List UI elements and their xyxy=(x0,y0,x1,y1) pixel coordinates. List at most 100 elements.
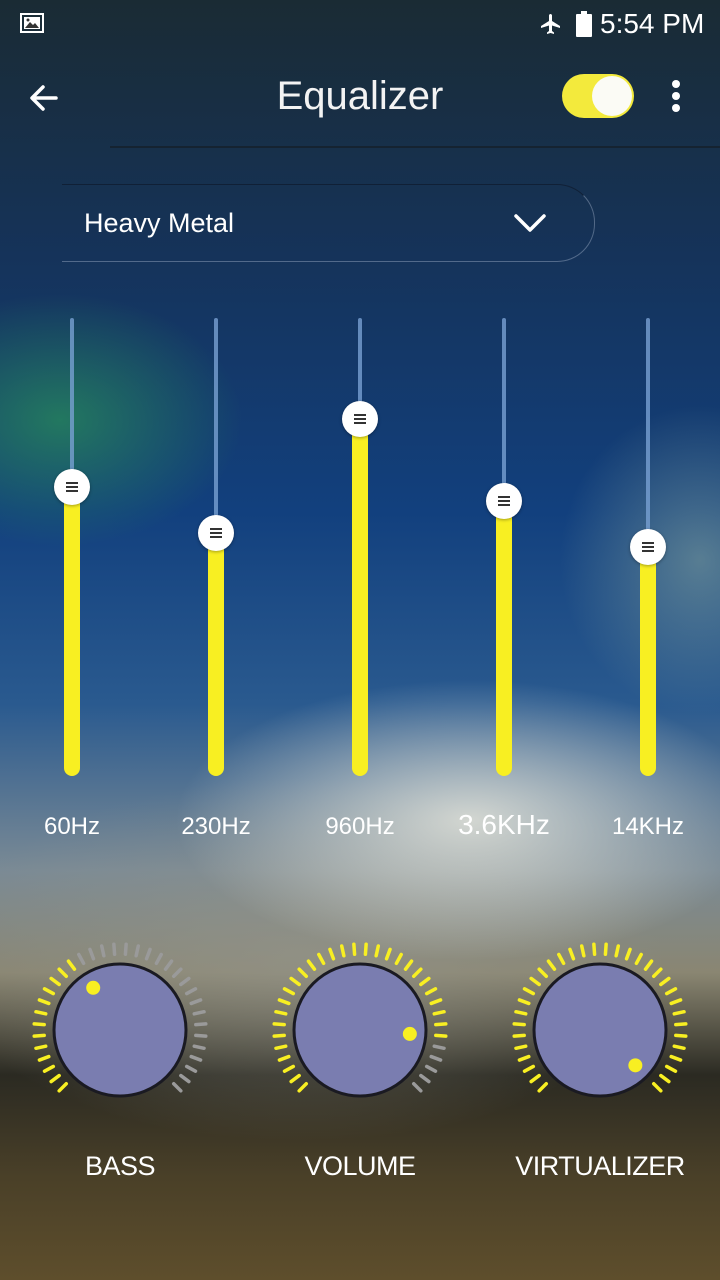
knob-tick xyxy=(529,976,541,987)
slider-fill xyxy=(64,487,80,776)
knob-tick xyxy=(184,1064,198,1073)
knob-tick xyxy=(154,952,163,966)
volume-knob[interactable] xyxy=(270,940,450,1120)
band-label: 14KHz xyxy=(611,813,685,840)
knob-tick xyxy=(32,1022,46,1027)
knob-tick xyxy=(614,944,621,958)
knob-tick xyxy=(34,1009,48,1016)
more-vertical-icon[interactable] xyxy=(664,76,688,116)
knob-tick xyxy=(171,1081,183,1093)
bass-knob-group: BASS xyxy=(30,940,210,1190)
knob-tick xyxy=(403,959,414,971)
volume-knob-group: VOLUME xyxy=(270,940,450,1190)
knob-tick xyxy=(634,952,643,966)
knob-tick xyxy=(424,987,438,996)
knob-tick xyxy=(643,959,654,971)
knob-tick xyxy=(289,1073,301,1084)
knob-indicator-dot xyxy=(86,980,101,995)
knob-tick xyxy=(49,976,61,987)
slider-fill xyxy=(640,547,656,776)
effect-knobs: BASS VOLUME VIRTUALIZER xyxy=(0,940,720,1200)
knob-tick xyxy=(432,1044,446,1051)
slider-thumb[interactable] xyxy=(342,400,378,437)
band-sliders: 60Hz 230Hz 960Hz 3.6KHz 14KHz xyxy=(0,300,720,860)
knob-tick xyxy=(297,967,309,979)
knob-tick xyxy=(317,952,326,966)
band-label: 60Hz xyxy=(43,813,101,840)
knob-label: VOLUME xyxy=(304,1151,416,1181)
knob-tick xyxy=(179,1073,191,1084)
knob-indicator-dot xyxy=(628,1058,643,1073)
band-230hz: 230Hz xyxy=(181,300,251,860)
knob-tick xyxy=(352,942,357,956)
knob-tick xyxy=(274,1044,288,1051)
knob-tick xyxy=(419,1073,431,1084)
slider-thumb[interactable] xyxy=(54,469,90,506)
knob-tick xyxy=(651,1081,663,1093)
band-960hz: 960Hz xyxy=(325,300,395,860)
knob-tick xyxy=(277,998,291,1006)
status-bar: 5:54 PM xyxy=(0,0,720,48)
knob-tick xyxy=(394,952,403,966)
knob-tick xyxy=(88,947,96,961)
knob-tick xyxy=(112,942,117,956)
slider-thumb[interactable] xyxy=(630,529,666,565)
knob-tick xyxy=(306,959,317,971)
virtualizer-knob[interactable] xyxy=(510,940,690,1120)
slider-fill xyxy=(352,418,368,776)
knob-tick xyxy=(674,1033,688,1038)
band-14khz: 14KHz xyxy=(612,300,684,860)
preset-dropdown[interactable]: Heavy Metal xyxy=(62,184,595,262)
slider-thumb[interactable] xyxy=(486,483,522,520)
grip-lines-icon xyxy=(210,528,222,539)
knob-tick xyxy=(664,987,678,996)
knob-tick xyxy=(522,987,536,996)
knob-tick xyxy=(189,1054,203,1062)
band-label: 960Hz xyxy=(325,813,395,840)
battery-icon xyxy=(576,11,592,37)
knob-face xyxy=(532,962,668,1098)
knob-tick xyxy=(659,976,671,987)
knob-tick xyxy=(77,952,86,966)
knob-tick xyxy=(659,1073,671,1084)
knob-tick xyxy=(194,1033,208,1038)
knob-tick xyxy=(42,987,56,996)
knob-tick xyxy=(179,976,191,987)
knob-tick xyxy=(512,1022,526,1027)
app-bar: Equalizer xyxy=(0,48,720,148)
band-60hz: 60Hz xyxy=(42,300,102,860)
knob-tick xyxy=(651,967,663,979)
knob-tick xyxy=(282,987,296,996)
bass-knob[interactable] xyxy=(30,940,210,1120)
knob-tick xyxy=(289,976,301,987)
virtualizer-knob-group: VIRTUALIZER xyxy=(510,940,690,1190)
grip-lines-icon xyxy=(66,482,78,493)
band-3-6khz: 3.6KHz xyxy=(458,300,550,860)
knob-tick xyxy=(37,1054,51,1062)
knob-tick xyxy=(517,1054,531,1062)
knob-tick xyxy=(42,1064,56,1073)
knob-tick xyxy=(529,1073,541,1084)
knob-tick xyxy=(432,1009,446,1016)
knob-tick xyxy=(429,998,443,1006)
knob-tick xyxy=(522,1064,536,1073)
knob-tick xyxy=(282,1064,296,1073)
knob-tick xyxy=(328,947,336,961)
knob-tick xyxy=(374,944,381,958)
grip-lines-icon xyxy=(354,413,366,424)
knob-tick xyxy=(134,944,141,958)
status-time: 5:54 PM xyxy=(600,8,705,39)
knob-tick xyxy=(411,1081,423,1093)
knob-indicator-dot xyxy=(402,1026,417,1041)
knob-label: BASS xyxy=(84,1151,156,1181)
knob-tick xyxy=(429,1054,443,1062)
knob-tick xyxy=(66,959,77,971)
knob-tick xyxy=(272,1033,286,1038)
equalizer-toggle[interactable] xyxy=(562,74,634,118)
knob-tick xyxy=(592,942,597,956)
slider-thumb[interactable] xyxy=(198,515,234,552)
knob-tick xyxy=(277,1054,291,1062)
knob-tick xyxy=(297,1081,309,1093)
knob-tick xyxy=(537,967,549,979)
knob-tick xyxy=(32,1033,46,1038)
